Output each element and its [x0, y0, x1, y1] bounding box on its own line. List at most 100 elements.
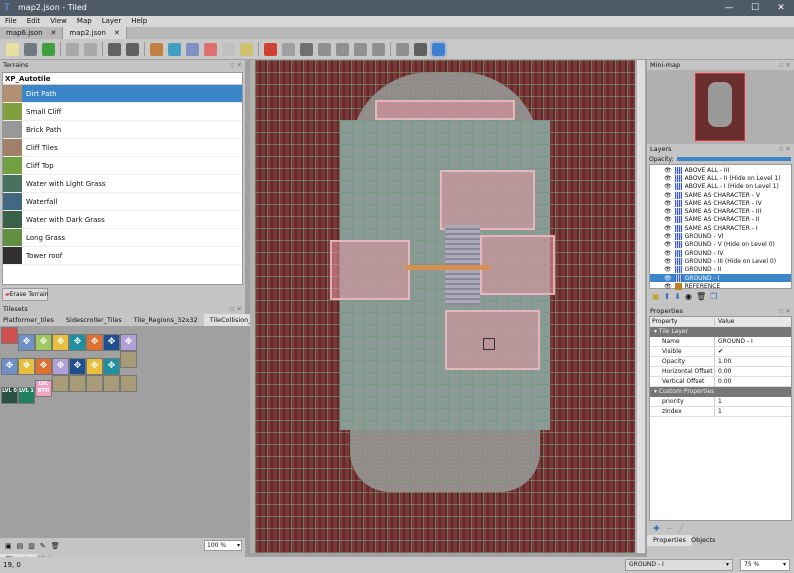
- tileset-tile[interactable]: ✥: [120, 334, 137, 351]
- toolbar-tool-8-icon[interactable]: [168, 42, 181, 56]
- layer-row[interactable]: 👁 SAME AS CHARACTER - III: [650, 207, 791, 216]
- property-row[interactable]: Vertical Offset 0.00: [650, 377, 791, 387]
- layer-row[interactable]: 👁 SAME AS CHARACTER - I: [650, 224, 791, 232]
- remove-property-icon[interactable]: −: [666, 524, 673, 533]
- tileset-tile[interactable]: [69, 375, 86, 392]
- terrain-item[interactable]: Water with Light Grass: [3, 175, 242, 193]
- toolbar-tool-10-icon[interactable]: [204, 42, 217, 56]
- layer-row[interactable]: 👁 SAME AS CHARACTER - IV: [650, 199, 791, 207]
- toolbar-tool-22-icon[interactable]: [430, 40, 447, 58]
- terrain-item[interactable]: Tower roof: [3, 247, 242, 265]
- duplicate-layer-icon[interactable]: ◉: [685, 292, 692, 301]
- layer-row[interactable]: 👁 SAME AS CHARACTER - V: [650, 191, 791, 199]
- tileset-zoom-select[interactable]: 100 % ▾: [204, 540, 242, 551]
- group-tile-layer[interactable]: ▾ Tile Layer: [650, 327, 791, 337]
- tileset-tile[interactable]: ✥: [69, 358, 86, 375]
- property-value[interactable]: 1: [715, 407, 722, 416]
- tileset-tile[interactable]: ✥: [69, 334, 86, 351]
- delete-layer-icon[interactable]: 🗑: [696, 292, 706, 301]
- layer-row[interactable]: 👁 GROUND - IV: [650, 249, 791, 257]
- panel-close-icon[interactable]: ▫ ✕: [779, 60, 791, 70]
- terrain-item[interactable]: Dirt Path: [3, 85, 242, 103]
- panel-close-icon[interactable]: ▫ ✕: [230, 304, 242, 314]
- close-tab-icon[interactable]: ✕: [114, 27, 120, 39]
- tileset-tab[interactable]: Tile_Regions_32x32: [128, 314, 204, 326]
- eye-icon[interactable]: 👁: [664, 167, 672, 174]
- terrain-item[interactable]: Small Cliff: [3, 103, 242, 121]
- layer-row[interactable]: 👁 GROUND - III (Hide on Level 0): [650, 257, 791, 265]
- tileset-tile[interactable]: [103, 375, 120, 392]
- close-button[interactable]: ✕: [768, 0, 794, 16]
- tileset-tile[interactable]: ✥: [103, 358, 120, 375]
- layer-row[interactable]: 👁 GROUND - V (Hide on Level 0): [650, 241, 791, 249]
- close-tab-icon[interactable]: ✕: [51, 27, 57, 39]
- menu-file[interactable]: File: [0, 16, 22, 27]
- tileset-tile[interactable]: ✥: [52, 334, 69, 351]
- eye-icon[interactable]: 👁: [664, 283, 672, 290]
- property-value[interactable]: 0.00: [715, 377, 731, 386]
- toolbar-tool-19-icon[interactable]: [372, 42, 385, 56]
- property-row[interactable]: Horizontal Offset 0.00: [650, 367, 791, 377]
- property-row[interactable]: Name GROUND - I: [650, 337, 791, 347]
- toolbar-tool-21-icon[interactable]: [414, 42, 427, 56]
- layer-select[interactable]: GROUND - I ▾: [625, 559, 733, 571]
- property-value[interactable]: 0.00: [715, 367, 731, 376]
- tileset-tile[interactable]: ✥: [18, 358, 35, 375]
- layer-options-icon[interactable]: ❐: [710, 292, 717, 301]
- minimap-viewport[interactable]: [695, 73, 745, 141]
- terrain-item[interactable]: Waterfall: [3, 193, 242, 211]
- add-property-icon[interactable]: ✚: [653, 524, 660, 533]
- eye-icon[interactable]: 👁: [664, 208, 672, 215]
- map-canvas[interactable]: [250, 60, 645, 553]
- property-row[interactable]: Opacity 1.00: [650, 357, 791, 367]
- toolbar-tool-0-icon[interactable]: [6, 42, 19, 56]
- tileset-tile[interactable]: LVL 0: [1, 387, 18, 404]
- toolbar-tool-6-icon[interactable]: [126, 42, 139, 56]
- layer-row[interactable]: 👁 GROUND - VI: [650, 232, 791, 241]
- property-row[interactable]: priority 1: [650, 397, 791, 407]
- tileset-tile[interactable]: LVL 1: [18, 387, 35, 404]
- toolbar-tool-12-icon[interactable]: [240, 42, 253, 56]
- layer-row[interactable]: 👁 GROUND - I: [650, 273, 791, 283]
- toolbar-tool-16-icon[interactable]: [318, 42, 331, 56]
- menu-help[interactable]: Help: [126, 16, 152, 27]
- rename-property-icon[interactable]: ╱: [678, 524, 683, 533]
- eye-icon[interactable]: 👁: [664, 200, 672, 207]
- toolbar-tool-20-icon[interactable]: [396, 42, 409, 56]
- import-icon[interactable]: ▤: [17, 542, 24, 550]
- export-icon[interactable]: ▥: [28, 542, 35, 550]
- eye-icon[interactable]: 👁: [664, 250, 672, 257]
- group-custom-properties[interactable]: ▾ Custom Properties: [650, 387, 791, 397]
- layer-row[interactable]: 👁 GROUND - II: [650, 266, 791, 274]
- toolbar-tool-17-icon[interactable]: [336, 42, 349, 56]
- toolbar-tool-5-icon[interactable]: [108, 42, 121, 56]
- layer-row[interactable]: 👁 SAME AS CHARACTER - II: [650, 216, 791, 224]
- eye-icon[interactable]: 👁: [664, 266, 672, 273]
- tileset-tab[interactable]: Sidescroller_Tiles: [60, 314, 128, 326]
- opacity-slider[interactable]: [676, 157, 791, 161]
- toolbar-tool-9-icon[interactable]: [186, 42, 199, 56]
- eye-icon[interactable]: 👁: [664, 241, 672, 248]
- eye-icon[interactable]: 👁: [664, 192, 672, 199]
- eye-icon[interactable]: 👁: [664, 233, 672, 240]
- edit-tileset-icon[interactable]: ✎: [40, 542, 46, 550]
- tileset-tab[interactable]: Platformer_tiles: [0, 314, 60, 326]
- tab-map6[interactable]: map6.json ✕: [0, 27, 64, 39]
- toolbar-tool-11-icon[interactable]: [222, 42, 235, 56]
- layer-row[interactable]: 👁 ABOVE ALL - III: [650, 166, 791, 174]
- menu-view[interactable]: View: [45, 16, 72, 27]
- delete-tileset-icon[interactable]: 🗑: [51, 542, 60, 550]
- vertical-scrollbar[interactable]: [637, 60, 645, 553]
- property-value[interactable]: 1.00: [715, 357, 731, 366]
- tileset-tile[interactable]: [120, 351, 137, 368]
- toolbar-tool-4-icon[interactable]: [84, 42, 97, 56]
- toolbar-tool-14-icon[interactable]: [282, 42, 295, 56]
- toolbar-tool-1-icon[interactable]: [24, 42, 37, 56]
- terrain-item[interactable]: Water with Dark Grass: [3, 211, 242, 229]
- eye-icon[interactable]: 👁: [664, 183, 672, 190]
- property-row[interactable]: Visible ✔: [650, 347, 791, 357]
- tileset-tile[interactable]: ✥: [35, 358, 52, 375]
- minimap-view[interactable]: [647, 70, 794, 144]
- panel-close-icon[interactable]: ▫ ✕: [230, 60, 242, 70]
- menu-map[interactable]: Map: [72, 16, 97, 27]
